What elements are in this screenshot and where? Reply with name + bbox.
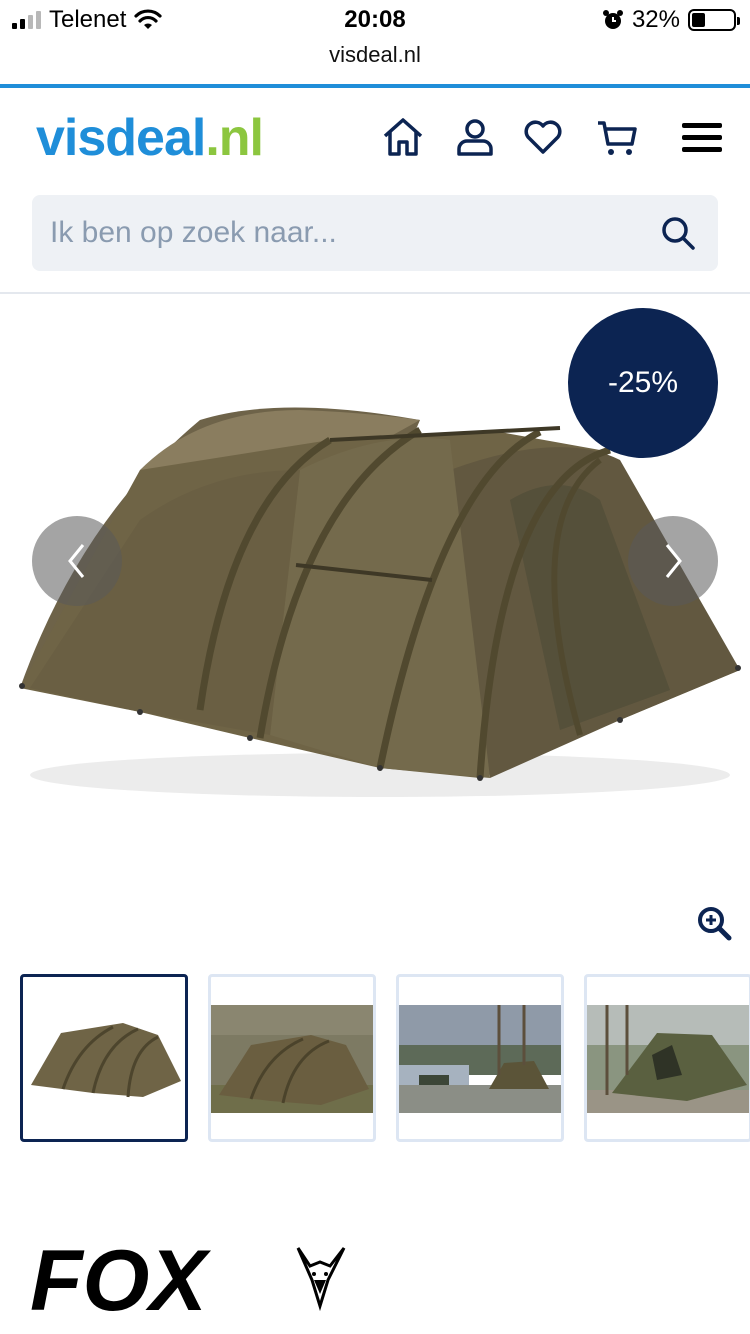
- thumbnail-tent-lakeside[interactable]: [208, 974, 376, 1142]
- site-logo[interactable]: visdeal.nl: [36, 108, 264, 168]
- fox-logo-text: FOX: [30, 1238, 211, 1318]
- home-icon[interactable]: [380, 114, 426, 160]
- thumbnail-tent-lake-trees[interactable]: [396, 974, 564, 1142]
- alarm-icon: [602, 10, 623, 29]
- status-bar: Telenet 20:08 32%: [0, 0, 750, 40]
- logo-text-tld: .nl: [205, 109, 264, 167]
- wishlist-heart-icon[interactable]: [520, 114, 566, 160]
- thumbnail-tent-woods-open[interactable]: [584, 974, 750, 1142]
- chevron-left-icon[interactable]: [32, 516, 122, 606]
- logo-text-main: visdeal: [36, 109, 206, 167]
- chevron-right-icon[interactable]: [628, 516, 718, 606]
- search-icon[interactable]: [660, 215, 696, 251]
- account-icon[interactable]: [452, 114, 498, 160]
- header-accent-line: [0, 84, 750, 88]
- status-right: 32%: [602, 6, 740, 34]
- search-bar: [32, 195, 718, 271]
- fox-brand-logo[interactable]: FOX: [30, 1233, 360, 1329]
- battery-icon: [688, 9, 740, 31]
- battery-percent: 32%: [631, 6, 680, 33]
- menu-hamburger-icon[interactable]: [680, 114, 724, 160]
- fox-head-icon: [296, 1247, 346, 1312]
- search-input[interactable]: [50, 195, 650, 271]
- thumbnail-tent-studio[interactable]: [20, 974, 188, 1142]
- address-bar-url[interactable]: visdeal.nl: [0, 42, 750, 68]
- zoom-in-icon[interactable]: [696, 905, 732, 941]
- discount-badge: -25%: [568, 308, 718, 458]
- cart-icon[interactable]: [594, 114, 640, 160]
